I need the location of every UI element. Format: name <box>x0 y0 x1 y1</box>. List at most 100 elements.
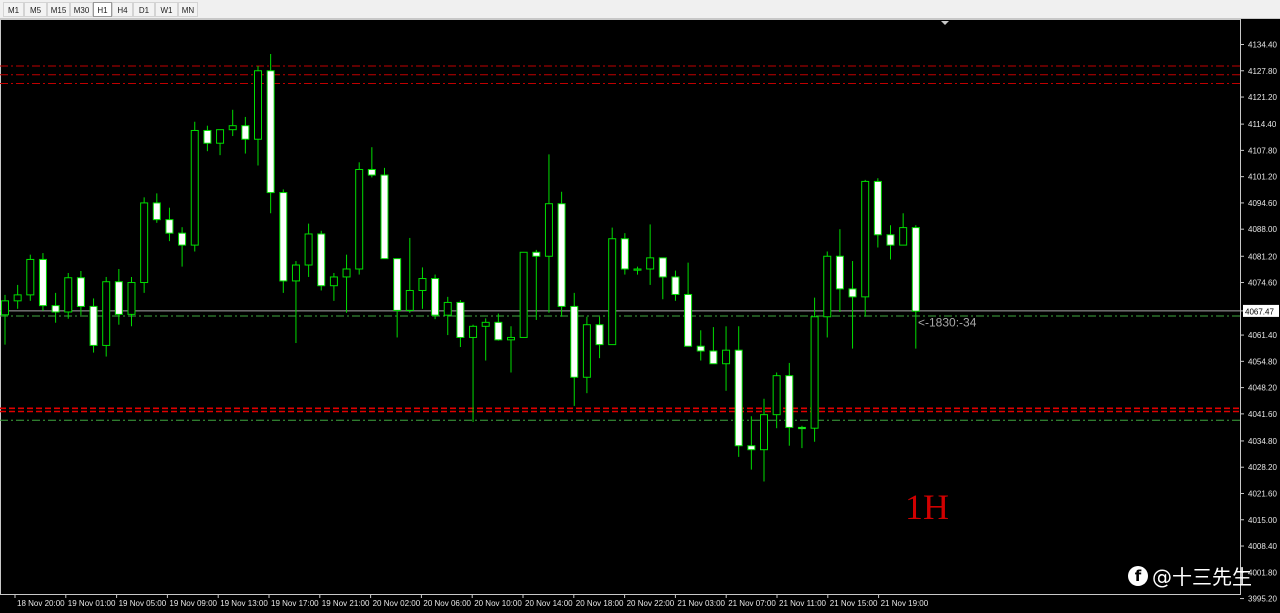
shift-marker <box>941 21 949 25</box>
candle-bear <box>835 255 844 290</box>
timeframe-tab-m30[interactable]: M30 <box>70 2 93 17</box>
candle-bull <box>355 168 364 270</box>
price-tick-label: 4081.20 <box>1248 252 1277 261</box>
order-label: <-1830:-34 <box>918 315 977 329</box>
price-tick-label: 4114.40 <box>1248 120 1277 129</box>
candle-bear <box>658 257 667 278</box>
time-tick-label: 21 Nov 11:00 <box>779 599 827 608</box>
price-tick-label: 4041.60 <box>1248 410 1277 419</box>
candle-bull <box>418 278 427 291</box>
timeframe-toolbar: M1 M5 M15 M30 H1 H4 D1 W1 MN <box>0 0 1280 19</box>
timeframe-tab-m5[interactable]: M5 <box>24 2 47 17</box>
price-tick-label: 4048.20 <box>1248 384 1277 393</box>
time-tick-label: 19 Nov 17:00 <box>271 599 319 608</box>
timeframe-tab-m15[interactable]: M15 <box>47 2 70 17</box>
time-tick-label: 18 Nov 20:00 <box>17 599 65 608</box>
candle-bear <box>494 321 503 341</box>
candle-bear <box>241 125 250 140</box>
price-tick-label: 4088.00 <box>1248 225 1277 234</box>
timeframe-tab-m1[interactable]: M1 <box>3 2 24 17</box>
candle-bull <box>216 129 225 144</box>
watermark: f @十三先生 <box>1128 561 1252 590</box>
candle-bear <box>785 375 794 428</box>
time-tick-label: 19 Nov 05:00 <box>119 599 167 608</box>
candle-bear <box>203 129 212 144</box>
price-tick-label: 4021.60 <box>1248 489 1277 498</box>
timeframe-tab-w1[interactable]: W1 <box>155 2 178 17</box>
time-tick-label: 20 Nov 14:00 <box>525 599 573 608</box>
candle-bull <box>772 375 781 416</box>
candle-bull <box>291 264 300 282</box>
time-tick-label: 19 Nov 09:00 <box>169 599 217 608</box>
candle-bear <box>595 324 604 346</box>
candle-bear <box>456 301 465 338</box>
time-tick-label: 20 Nov 22:00 <box>627 599 675 608</box>
candle-bull <box>228 125 237 131</box>
candle-bull <box>13 294 22 302</box>
candle-bull <box>646 257 655 270</box>
candle-bull <box>64 277 73 313</box>
candle-bear <box>684 293 693 347</box>
candle-bull <box>582 324 591 378</box>
candle-bull <box>405 289 414 311</box>
candle-bear <box>152 202 161 221</box>
candle-bull <box>722 349 731 365</box>
timeframe-tab-h1[interactable]: H1 <box>93 2 112 17</box>
candle-bull <box>899 227 908 246</box>
candle-bear <box>620 238 629 270</box>
time-tick-label: 19 Nov 21:00 <box>322 599 370 608</box>
price-tick-label: 4008.40 <box>1248 542 1277 551</box>
candle-bull <box>608 238 617 346</box>
candle-bear <box>380 174 389 260</box>
candle-bull <box>26 258 35 296</box>
price-tick-label: 4094.60 <box>1248 199 1277 208</box>
candle-bear <box>886 234 895 246</box>
candle-bull <box>810 316 819 429</box>
candle-bull <box>823 255 832 318</box>
time-tick-label: 19 Nov 13:00 <box>220 599 268 608</box>
candle-bull <box>544 203 553 257</box>
candle-bear <box>367 168 376 176</box>
timeframe-tab-h4[interactable]: H4 <box>112 2 133 17</box>
candle-bear <box>51 305 60 313</box>
candle-bear <box>114 281 123 315</box>
price-tick-label: 4101.20 <box>1248 173 1277 182</box>
candle-bull <box>304 233 313 266</box>
price-tick-label: 4121.20 <box>1248 93 1277 102</box>
candle-bear <box>747 445 756 451</box>
candle-bull <box>633 268 642 271</box>
candle-bear <box>165 219 174 234</box>
timeframe-tab-mn[interactable]: MN <box>178 2 198 17</box>
candle-bull <box>342 268 351 278</box>
price-tick-label: 4127.80 <box>1248 67 1277 76</box>
candle-bear <box>266 70 275 194</box>
candle-bear <box>671 276 680 295</box>
candle-bear <box>734 349 743 447</box>
time-tick-label: 20 Nov 06:00 <box>423 599 471 608</box>
candle-bear <box>89 305 98 346</box>
time-tick-label: 20 Nov 18:00 <box>576 599 624 608</box>
candle-bear <box>431 278 440 316</box>
candle-bear <box>393 258 402 311</box>
candlestick-chart[interactable]: <-1830:-34 1H 4134.40 4127.80 4121.20 4114.40… <box>0 19 1280 613</box>
facebook-icon: f <box>1128 565 1148 586</box>
candle-bear <box>709 350 718 365</box>
candle-bull <box>254 70 262 140</box>
candle-bear <box>911 227 920 312</box>
candle-bull <box>469 325 478 338</box>
candle-bull <box>443 301 452 316</box>
candle-bull <box>760 414 768 451</box>
price-tick-label: 4074.60 <box>1248 279 1277 288</box>
candle-bear <box>76 277 85 307</box>
candle-bull <box>1 300 9 316</box>
candle-bull <box>140 202 149 284</box>
candle-bear <box>696 345 705 352</box>
price-tick-label: 4134.40 <box>1248 41 1277 50</box>
candle-bear <box>532 251 541 257</box>
price-tick-label: 4054.80 <box>1248 357 1277 366</box>
price-tick-label: 4001.80 <box>1248 568 1277 577</box>
candle-bull <box>507 336 515 341</box>
time-tick-label: 19 Nov 01:00 <box>68 599 116 608</box>
candle-bull <box>481 321 490 327</box>
timeframe-tab-d1[interactable]: D1 <box>133 2 155 17</box>
